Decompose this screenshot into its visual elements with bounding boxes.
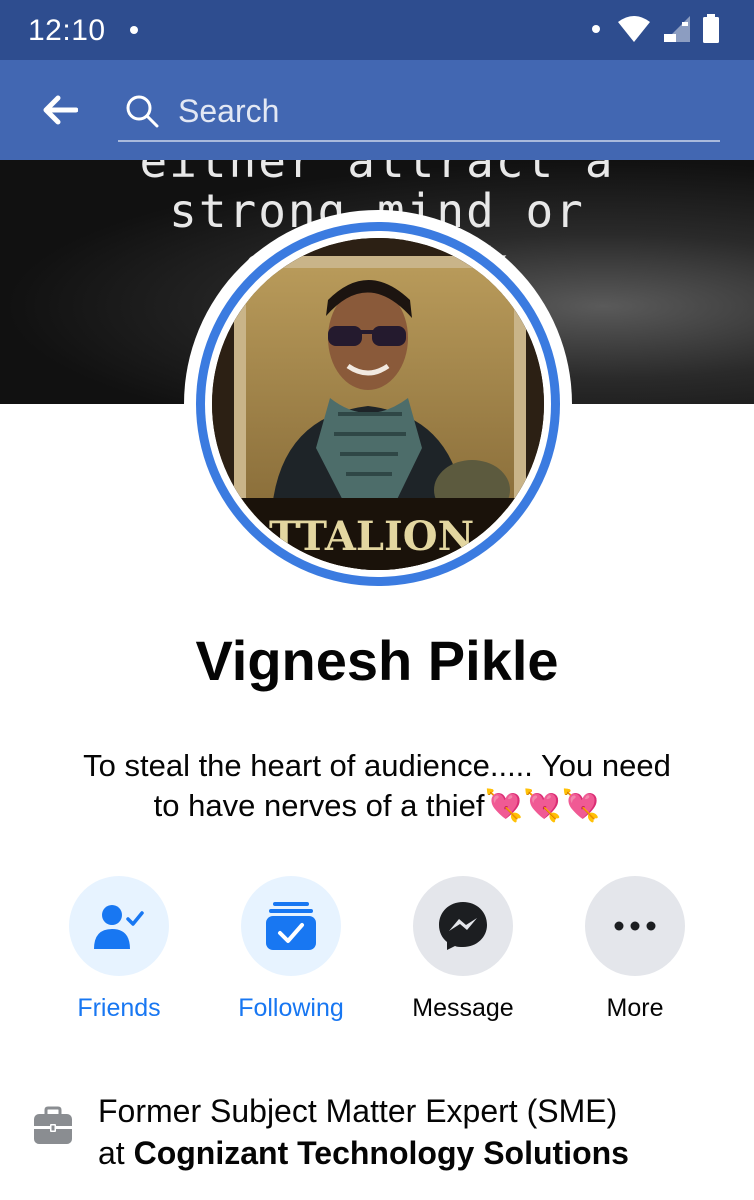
story-ring: ATTALION 6 xyxy=(196,222,560,586)
profile-actions: Friends Following Message More xyxy=(0,876,754,1036)
following-check-icon xyxy=(266,902,316,950)
more-button[interactable]: More xyxy=(555,876,715,1023)
message-button[interactable]: Message xyxy=(383,876,543,1023)
person-check-icon xyxy=(94,905,144,949)
more-dots-icon xyxy=(614,921,656,931)
profile-name: Vignesh Pikle xyxy=(195,629,559,692)
status-time: 12:10 xyxy=(28,14,106,47)
profile-photo-illustration: ATTALION 6 xyxy=(212,238,544,570)
notification-dot-icon xyxy=(130,26,138,34)
following-label: Following xyxy=(238,994,344,1022)
status-bar: 12:10 xyxy=(0,0,754,60)
wifi-icon xyxy=(618,16,650,42)
cover-text-line: either attract a xyxy=(139,160,615,188)
friends-label: Friends xyxy=(77,994,161,1022)
work-company[interactable]: Cognizant Technology Solutions xyxy=(134,1135,629,1171)
status-dot-icon xyxy=(592,25,600,33)
more-label: More xyxy=(606,994,664,1022)
search-bar[interactable] xyxy=(118,82,720,142)
status-icons xyxy=(592,14,720,44)
following-button[interactable]: Following xyxy=(211,876,371,1023)
back-button[interactable] xyxy=(36,86,84,134)
app-bar xyxy=(0,60,754,160)
bio-emoji: 💘💘💘 xyxy=(484,788,601,823)
avatar: ATTALION 6 xyxy=(212,238,544,570)
messenger-icon xyxy=(439,902,487,950)
photo-caption: ATTALION 6 xyxy=(239,513,516,560)
search-input[interactable] xyxy=(178,92,698,130)
work-title: Former Subject Matter Expert (SME) xyxy=(98,1093,618,1129)
work-text: Former Subject Matter Expert (SME) at Co… xyxy=(98,1090,718,1174)
signal-icon xyxy=(664,16,690,42)
friends-button[interactable]: Friends xyxy=(39,876,199,1023)
work-info[interactable]: Former Subject Matter Expert (SME) at Co… xyxy=(0,1090,754,1180)
profile-picture[interactable]: ATTALION 6 xyxy=(184,210,572,598)
battery-icon xyxy=(703,14,719,43)
briefcase-icon xyxy=(34,1106,72,1144)
profile-bio: To steal the heart of audience..... You … xyxy=(70,746,684,826)
work-at: at xyxy=(98,1135,134,1171)
search-icon xyxy=(124,93,160,129)
message-label: Message xyxy=(412,994,514,1022)
arrow-left-icon xyxy=(43,95,78,125)
